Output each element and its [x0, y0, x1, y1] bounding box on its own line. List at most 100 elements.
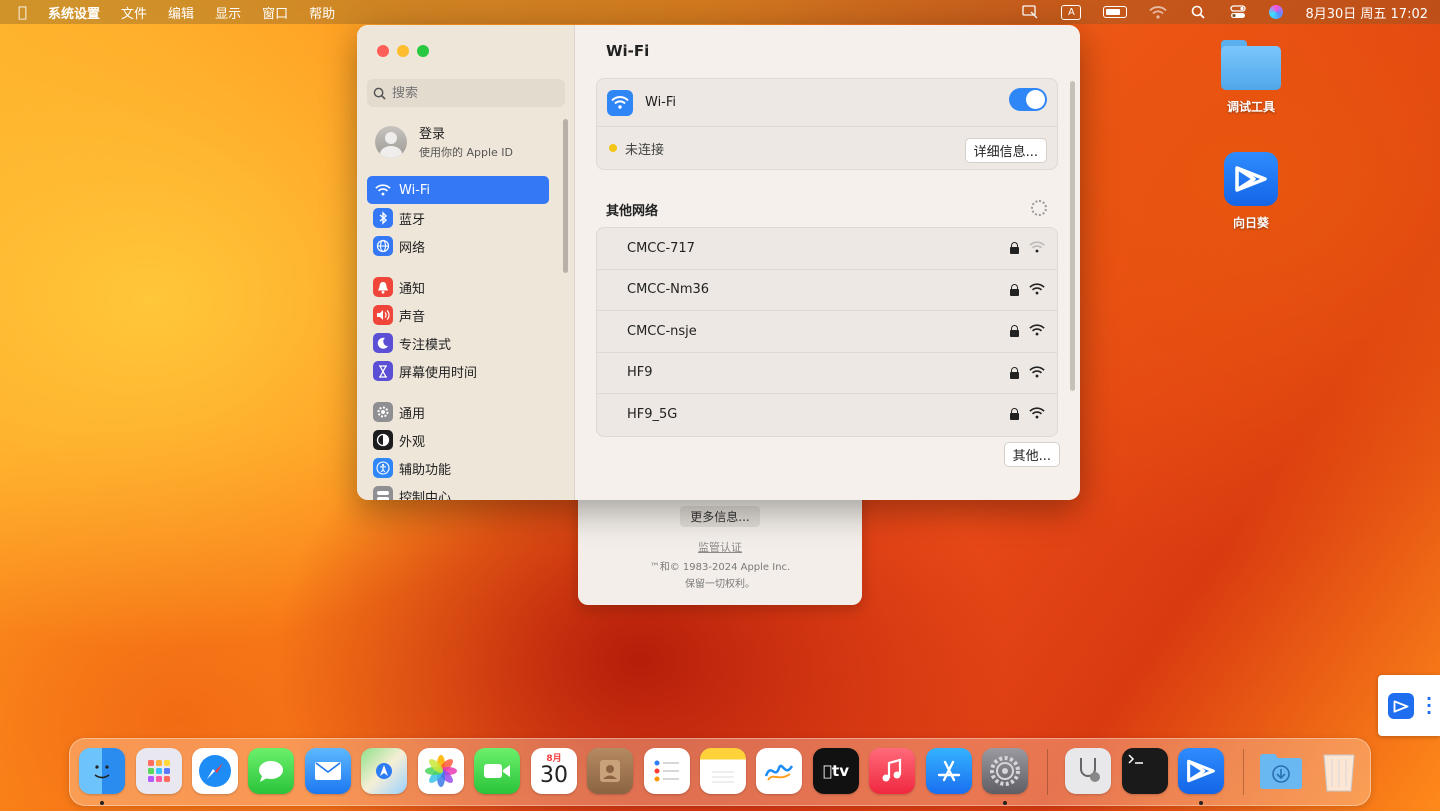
notes-icon[interactable] [700, 748, 746, 794]
connection-status: 未连接 [625, 142, 665, 158]
dock: 8月 30 tv [69, 738, 1371, 806]
control-center-menu-icon[interactable] [1229, 5, 1247, 19]
other-network-button[interactable]: 其他... [1003, 442, 1060, 467]
wifi-status-card: Wi-Fi 未连接 详细信息... [596, 78, 1058, 170]
sidebar-item-bluetooth[interactable]: 蓝牙 [367, 204, 549, 232]
finder-icon[interactable] [79, 748, 125, 794]
sidebar-item-accessibility[interactable]: 辅助功能 [367, 454, 549, 482]
sidebar-item-label: 通用 [399, 406, 426, 422]
network-name: CMCC-717 [627, 240, 695, 256]
launchpad-icon[interactable] [136, 748, 182, 794]
wifi-pane: Wi-Fi Wi-Fi 未连接 详细信息... 其他网络 CMCC-717 CM… [576, 25, 1080, 500]
network-name: HF9_5G [627, 407, 678, 423]
sidebar-item-general[interactable]: 通用 [367, 398, 549, 426]
main-scrollbar[interactable] [1070, 81, 1075, 391]
sidebar-item-label: 网络 [399, 240, 426, 256]
sunlogin-dock-icon[interactable] [1178, 748, 1224, 794]
maps-icon[interactable] [361, 748, 407, 794]
regulatory-link[interactable]: 监管认证 [578, 539, 862, 555]
network-name: CMCC-Nm36 [627, 282, 710, 298]
music-icon[interactable] [869, 748, 915, 794]
network-row[interactable]: CMCC-nsje [597, 311, 1057, 353]
menu-file[interactable]: 文件 [121, 3, 147, 22]
network-row[interactable]: CMCC-Nm36 [597, 270, 1057, 311]
screen-mirroring-icon[interactable] [1021, 5, 1039, 19]
minimize-button[interactable] [397, 45, 409, 57]
sidebar-item-control-center[interactable]: 控制中心 [367, 482, 549, 500]
sidebar-item-notifications[interactable]: 通知 [367, 273, 549, 301]
calendar-day: 30 [540, 763, 568, 788]
menu-clock[interactable]: 8月30日 周五 17:02 [1305, 3, 1428, 22]
search-input[interactable] [392, 85, 552, 101]
wifi-signal-full-icon [1029, 407, 1045, 419]
network-row[interactable]: CMCC-717 [597, 228, 1057, 270]
sidebar-item-label: 蓝牙 [399, 212, 426, 228]
menu-bar:  系统设置 文件 编辑 显示 窗口 帮助 A 8月30日 周五 17:02 [0, 0, 1440, 24]
desktop-icon-debug-tools[interactable]: 调试工具 [1206, 40, 1296, 115]
trash-icon[interactable] [1316, 748, 1362, 794]
reminders-icon[interactable] [644, 748, 690, 794]
network-list: CMCC-717 CMCC-Nm36 CMCC-nsje HF9 HF9_5G [596, 227, 1058, 437]
moon-icon [373, 333, 393, 353]
calendar-icon[interactable]: 8月 30 [531, 748, 577, 794]
battery-icon[interactable] [1103, 6, 1128, 18]
photos-icon[interactable] [418, 748, 464, 794]
sidebar-scrollbar[interactable] [563, 119, 568, 273]
status-dot [609, 144, 617, 152]
network-row[interactable]: HF9_5G [597, 394, 1057, 436]
system-settings-icon[interactable] [982, 748, 1028, 794]
sidebar-item-label: 通知 [399, 281, 426, 297]
search-icon [373, 87, 386, 100]
menu-edit[interactable]: 编辑 [168, 3, 194, 22]
wifi-signal-full-icon [1029, 282, 1045, 294]
disk-utility-icon[interactable] [1065, 748, 1111, 794]
mail-icon[interactable] [305, 748, 351, 794]
lock-icon [1010, 325, 1019, 337]
downloads-folder-icon[interactable] [1258, 748, 1304, 794]
sidebar-item-focus[interactable]: 专注模式 [367, 329, 549, 357]
more-options-icon[interactable]: · · · [1426, 691, 1432, 721]
close-button[interactable] [377, 45, 389, 57]
sidebar-item-sound[interactable]: 声音 [367, 301, 549, 329]
menu-window[interactable]: 窗口 [262, 3, 288, 22]
apple-tv-icon[interactable]: tv [813, 748, 859, 794]
apple-logo-icon:  [823, 762, 832, 780]
spotlight-search-icon[interactable] [1189, 5, 1207, 19]
sidebar-item-label: 声音 [399, 309, 426, 325]
network-row[interactable]: HF9 [597, 353, 1057, 394]
sidebar-item-appearance[interactable]: 外观 [367, 426, 549, 454]
sidebar-search [367, 79, 565, 107]
input-method-icon[interactable]: A [1061, 4, 1082, 20]
apple-id-signin[interactable]: 登录 使用你的 Apple ID [375, 123, 513, 160]
sunlogin-floating-widget[interactable]: · · · [1378, 675, 1440, 736]
more-info-button[interactable]: 更多信息... [680, 506, 760, 527]
menu-help[interactable]: 帮助 [309, 3, 335, 22]
sidebar-item-wifi[interactable]: Wi-Fi [367, 176, 549, 204]
details-button[interactable]: 详细信息... [964, 138, 1047, 163]
wifi-label: Wi-Fi [645, 95, 677, 110]
appearance-icon [373, 430, 393, 450]
menu-app-name[interactable]: 系统设置 [48, 3, 100, 22]
network-name: HF9 [627, 365, 653, 381]
wifi-toggle[interactable] [1009, 88, 1047, 111]
apple-menu-icon[interactable]:  [18, 3, 27, 21]
zoom-button[interactable] [417, 45, 429, 57]
facetime-icon[interactable] [474, 748, 520, 794]
contacts-icon[interactable] [587, 748, 633, 794]
sidebar-item-screen-time[interactable]: 屏幕使用时间 [367, 357, 549, 385]
wifi-menu-icon[interactable] [1149, 5, 1168, 19]
desktop-icon-sunlogin[interactable]: 向日葵 [1206, 152, 1296, 231]
sidebar: 登录 使用你的 Apple ID Wi-Fi 蓝牙 网络 [357, 25, 575, 500]
window-controls [377, 45, 429, 57]
freeform-icon[interactable] [756, 748, 802, 794]
messages-icon[interactable] [248, 748, 294, 794]
safari-icon[interactable] [192, 748, 238, 794]
terminal-icon[interactable] [1122, 748, 1168, 794]
sidebar-item-network[interactable]: 网络 [367, 232, 549, 260]
siri-icon[interactable] [1269, 5, 1284, 19]
globe-icon [373, 236, 393, 256]
avatar [375, 125, 407, 158]
app-store-icon[interactable] [926, 748, 972, 794]
sidebar-item-label: Wi-Fi [399, 182, 431, 198]
menu-view[interactable]: 显示 [215, 3, 241, 22]
